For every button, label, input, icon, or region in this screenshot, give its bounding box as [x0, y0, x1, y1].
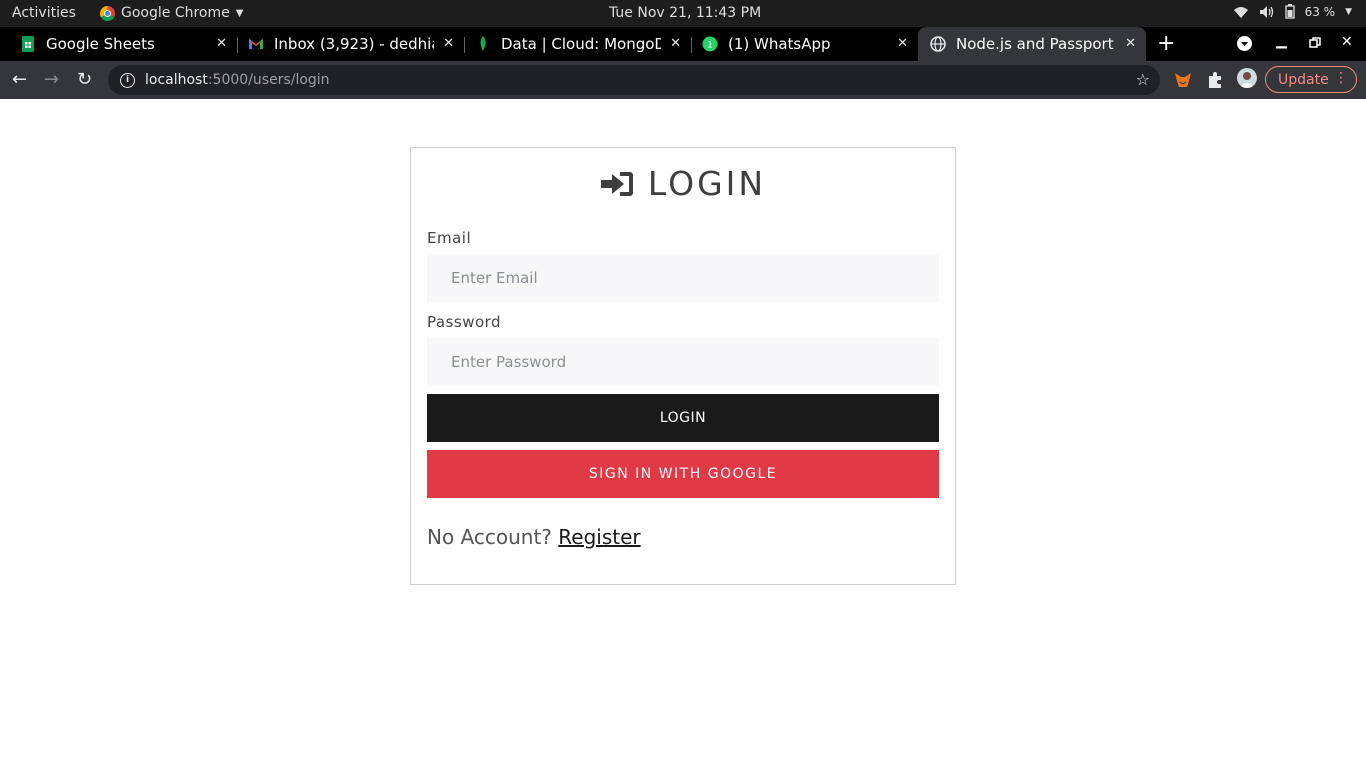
chevron-down-icon: ▼ [235, 7, 244, 19]
close-icon[interactable]: ✕ [897, 36, 908, 51]
email-field[interactable] [427, 254, 939, 302]
update-button[interactable]: Update ⋮ [1265, 66, 1357, 93]
globe-icon [930, 36, 946, 52]
tab-title: (1) WhatsApp [728, 35, 831, 53]
clock[interactable]: Tue Nov 21, 11:43 PM [609, 5, 761, 21]
back-arrow-icon[interactable]: ← [12, 69, 27, 90]
tab-strip: Google Sheets ✕ Inbox (3,923) - dedhias … [0, 27, 1366, 61]
close-window-icon[interactable]: ✕ [1341, 34, 1353, 50]
no-account-text: No Account? [427, 525, 552, 549]
battery-icon [1284, 4, 1295, 19]
chrome-icon [100, 5, 115, 21]
url-host: localhost [145, 72, 208, 88]
extensions-puzzle-icon[interactable] [1206, 71, 1224, 89]
login-card: LOGIN Email Password LOGIN SIGN IN WITH … [410, 147, 956, 585]
battery-percent: 63 % [1304, 4, 1336, 19]
register-prompt: No Account? Register [427, 525, 641, 549]
close-icon[interactable]: ✕ [1125, 36, 1136, 51]
google-sign-in-button[interactable]: SIGN IN WITH GOOGLE [427, 450, 939, 498]
more-vert-icon[interactable]: ⋮ [1334, 70, 1348, 86]
password-label: Password [427, 313, 502, 331]
activities-button[interactable]: Activities [12, 5, 76, 21]
register-link[interactable]: Register [558, 525, 640, 549]
metamask-fox-icon[interactable] [1174, 71, 1192, 89]
password-field[interactable] [427, 338, 939, 386]
tab-title: Google Sheets [46, 35, 155, 53]
app-menu[interactable]: Google Chrome ▼ [100, 5, 243, 21]
tab-google-sheets[interactable]: Google Sheets ✕ [0, 27, 237, 61]
tab-gmail[interactable]: Inbox (3,923) - dedhias ✕ [228, 27, 464, 61]
info-icon[interactable]: i [120, 72, 135, 88]
tab-nodejs-passport[interactable]: Node.js and Passport ✕ [918, 27, 1146, 61]
browser-toolbar: ← → ↻ i localhost:5000/users/login ☆ Upd… [0, 61, 1366, 99]
google-sheets-icon [20, 36, 36, 52]
gmail-icon [248, 36, 264, 52]
svg-text:1: 1 [707, 41, 713, 51]
address-bar[interactable]: i localhost:5000/users/login ☆ [108, 65, 1160, 95]
sign-in-icon [600, 171, 633, 196]
tab-search-icon[interactable] [1237, 36, 1252, 51]
login-button[interactable]: LOGIN [427, 394, 939, 442]
close-icon[interactable]: ✕ [216, 36, 227, 51]
volume-icon [1259, 5, 1273, 18]
tab-whatsapp[interactable]: 1 (1) WhatsApp ✕ [682, 27, 918, 61]
forward-arrow-icon[interactable]: → [44, 69, 59, 90]
new-tab-icon[interactable]: + [1157, 31, 1175, 56]
whatsapp-icon: 1 [702, 36, 718, 52]
wifi-icon [1233, 6, 1248, 18]
tab-title: Inbox (3,923) - dedhias [274, 35, 434, 53]
login-heading: LOGIN [411, 164, 955, 203]
url-text[interactable]: localhost:5000/users/login [145, 72, 330, 88]
restore-icon[interactable] [1309, 37, 1321, 49]
system-tray[interactable]: 63 % ▼ [1233, 4, 1352, 19]
tab-title: Data | Cloud: MongoDB [501, 35, 661, 53]
reload-icon[interactable]: ↻ [77, 69, 92, 90]
minimize-icon[interactable]: ▁ [1276, 33, 1287, 49]
system-top-bar: Activities Google Chrome ▼ Tue Nov 21, 1… [0, 0, 1366, 27]
page-title: LOGIN [647, 164, 767, 203]
update-label: Update [1278, 71, 1329, 88]
close-icon[interactable]: ✕ [443, 36, 454, 51]
bookmark-star-icon[interactable]: ☆ [1136, 70, 1150, 89]
url-path: :5000/users/login [207, 72, 330, 88]
email-label: Email [427, 229, 472, 247]
mongodb-icon [475, 36, 491, 52]
tab-mongodb[interactable]: Data | Cloud: MongoDB ✕ [455, 27, 691, 61]
app-name: Google Chrome [121, 5, 230, 21]
tab-title: Node.js and Passport [956, 35, 1114, 53]
profile-avatar[interactable] [1237, 68, 1257, 88]
close-icon[interactable]: ✕ [670, 36, 681, 51]
chevron-down-icon: ▼ [1345, 6, 1352, 17]
